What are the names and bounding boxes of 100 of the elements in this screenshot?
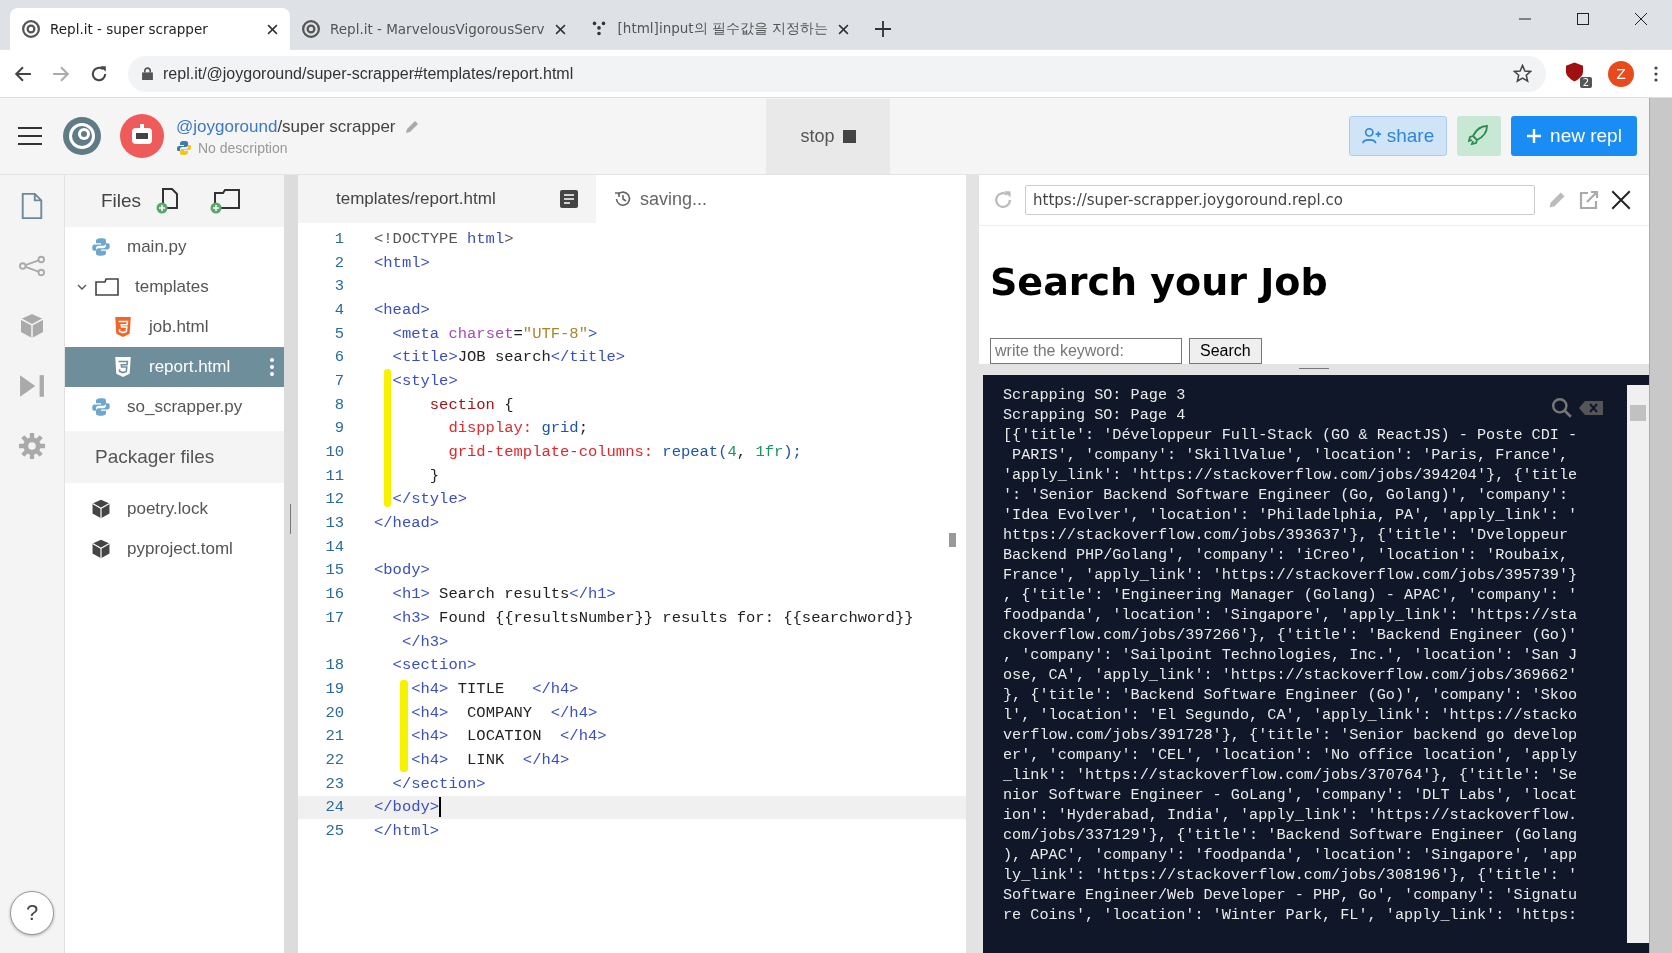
code-line: <h4> LOCATION </h4> <box>410 727 607 746</box>
line-number: 9 <box>333 419 344 438</box>
line-number: 17 <box>324 608 344 627</box>
line-number: 12 <box>324 490 344 509</box>
plus-icon <box>1526 128 1543 144</box>
line-number: 1 <box>333 229 344 248</box>
python-icon <box>91 237 111 257</box>
caret-icon[interactable] <box>77 282 87 292</box>
code-line: <section> <box>391 656 477 675</box>
profile-avatar[interactable]: Z <box>1608 60 1634 87</box>
owner-link[interactable]: @joygoround <box>176 116 278 137</box>
line-number: 15 <box>324 561 344 580</box>
console-line: [{'title': 'Développeur Full-Stack (GO & ReactJS) - Poste CDI - <box>1003 425 1578 445</box>
html5-icon <box>113 357 133 377</box>
open-external-icon[interactable] <box>1579 190 1599 210</box>
code-line: <h4> LINK </h4> <box>410 750 570 769</box>
line-number: 14 <box>324 537 344 556</box>
console-line: ose, CA', 'apply_link': 'https://stackoverflow.com/jobs/369662' <box>1003 665 1578 685</box>
preview-url-field[interactable]: https://super-scrapper.joygoround.repl.co <box>1025 185 1535 215</box>
help-button[interactable]: ? <box>10 891 54 935</box>
console-line: foodpanda', 'location': 'Singapore', 'apply_link': 'https://sta <box>1003 605 1578 625</box>
back-icon[interactable] <box>14 64 32 83</box>
clear-console-icon[interactable] <box>1579 401 1603 415</box>
repl-name: /super scrapper <box>277 116 396 137</box>
code-line: </style> <box>391 490 467 509</box>
address-bar[interactable]: repl.it/@joygoround/super-scrapper#templates/report.html <box>128 55 1546 92</box>
stop-icon <box>842 129 856 143</box>
console-line: verflow.com/jobs/391728'}, {'title': 'Senior backend go develop <box>1003 725 1578 745</box>
file-item[interactable]: pyproject.toml <box>65 529 284 569</box>
console-line: Backend PHP/Golang', 'company': 'iCreo', 'location': 'Roubaix, <box>1003 545 1569 565</box>
code-line: section { <box>428 395 514 414</box>
browser-tab[interactable]: [html]input의 필수값을 지정하는 <box>577 8 862 50</box>
console-line: , 'company': 'Sailpoint Technologies, Inc.', 'location': 'San J <box>1003 645 1578 665</box>
keyword-input[interactable]: write the keyword: <box>990 337 1182 364</box>
replit-logo-icon <box>302 20 320 38</box>
search-icon[interactable] <box>1551 397 1573 419</box>
line-number: 13 <box>324 514 344 533</box>
forward-icon[interactable] <box>52 64 70 83</box>
replit-logo-icon <box>22 20 40 38</box>
line-number: 24 <box>324 798 344 817</box>
scrollbar-thumb[interactable] <box>949 533 956 547</box>
line-number: 6 <box>333 348 344 367</box>
line-number: 3 <box>333 277 344 296</box>
console-line: ), APAC', 'company': 'foodpanda', 'location': 'Singapore', 'app <box>1003 845 1578 865</box>
scrollbar[interactable] <box>1649 98 1672 953</box>
package-icon <box>91 499 111 519</box>
folder-icon <box>95 278 119 296</box>
file-item[interactable]: main.py <box>65 227 284 267</box>
line-number: 18 <box>324 656 344 675</box>
close-icon[interactable] <box>838 23 850 35</box>
console-line: PARIS', 'company': 'SkillValue', 'location': 'Paris, France', <box>1011 445 1569 465</box>
file-item[interactable]: so_scrapper.py <box>65 387 284 427</box>
console-scrollbar[interactable] <box>1627 385 1649 943</box>
reload-icon[interactable] <box>90 64 108 83</box>
robot-avatar-icon[interactable] <box>120 114 164 158</box>
code-line: <style> <box>391 371 458 390</box>
code-line: <h4> TITLE </h4> <box>410 679 579 698</box>
console-line: France', 'apply_link': 'https://stackoverflow.com/jobs/395739'} <box>1003 565 1578 585</box>
code-line: <h1> Search results</h1> <box>391 585 616 604</box>
repl-description: No description <box>198 139 288 156</box>
file-icon[interactable] <box>19 193 45 219</box>
console-line: Software Engineer/Web Developer - PHP, Go', 'company': 'Signatu <box>1003 885 1578 905</box>
browser-tab[interactable]: Repl.it - MarvelousVigorousServ <box>290 8 578 50</box>
browser-tab[interactable]: Repl.it - super scrapper <box>10 8 290 50</box>
new-tab-icon[interactable] <box>875 21 892 37</box>
close-icon[interactable] <box>267 23 278 35</box>
more-icon[interactable] <box>1654 65 1658 82</box>
lock-icon <box>142 67 153 80</box>
close-icon[interactable] <box>1611 190 1631 210</box>
line-number: 20 <box>324 703 344 722</box>
code-line: } <box>428 466 440 485</box>
search-button[interactable]: Search <box>1189 337 1262 364</box>
line-number: 2 <box>333 253 344 272</box>
close-icon[interactable] <box>1634 12 1648 26</box>
file-item[interactable]: templates <box>65 267 284 307</box>
code-line: dispplay: grid; <box>447 419 588 438</box>
file-item[interactable]: job.html <box>65 307 284 347</box>
document-icon[interactable] <box>560 190 578 208</box>
console-line: er', 'company': 'CEL', 'location': 'No office location', 'apply <box>1003 745 1578 765</box>
bookmark-star-icon[interactable] <box>1513 64 1532 83</box>
maximize-icon[interactable] <box>1576 12 1590 26</box>
add-folder-icon[interactable] <box>209 188 242 214</box>
console-line: 'apply_link': 'https://stackoverflow.com/jobs/394204'}, {'title <box>1003 465 1578 485</box>
stop-button[interactable]: stop <box>766 98 890 174</box>
replit-logo-icon[interactable] <box>62 116 102 156</box>
editor-tab[interactable]: templates/report.html <box>298 175 596 223</box>
console-line: , {'title': 'Engineering Manager (Golang) - APAC', 'company': ' <box>1003 585 1578 605</box>
console-line: ckoverflow.com/jobs/397266'}, {'title': 'Backend Engineer (Go)' <box>1003 625 1578 645</box>
console-line: com/jobs/337129'}, {'title': 'Backend Software Engineer (Golang <box>1003 825 1578 845</box>
line-number: 7 <box>333 371 344 390</box>
page-heading: Search your Job <box>990 262 1329 304</box>
close-icon[interactable] <box>554 23 566 35</box>
packager-files-title: Packager files <box>95 446 215 468</box>
console-line: }, {'title': 'Backend Software Engineer (Go)', 'company': 'Skoo <box>1003 685 1578 705</box>
menu-icon[interactable] <box>18 127 42 145</box>
share-nodes-icon[interactable] <box>19 253 45 279</box>
rocket-button-icon[interactable] <box>1457 116 1501 156</box>
code-line: </section> <box>391 774 486 793</box>
code-line: <h4> COMPANY </h4> <box>410 703 598 722</box>
file-item[interactable]: poetry.lock <box>65 489 284 529</box>
